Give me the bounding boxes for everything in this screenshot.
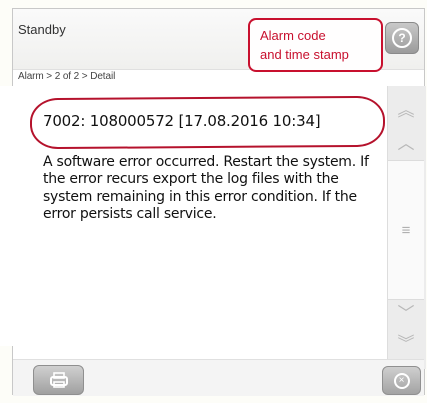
scroll-top-button[interactable]: ︽ — [388, 96, 424, 124]
chevron-down-icon: ﹀ — [397, 303, 415, 323]
alarm-description: A software error occurred. Restart the s… — [43, 154, 369, 223]
scroll-down-button[interactable]: ﹀ — [388, 299, 424, 327]
breadcrumb: Alarm > 2 of 2 > Detail — [18, 71, 116, 82]
chevron-up-icon: ︿ — [397, 133, 415, 153]
scroll-up-button[interactable]: ︿ — [388, 129, 424, 157]
alarm-detail-screen: Standby Alarm > 2 of 2 > Detail Alarm co… — [0, 0, 427, 403]
scroll-handle[interactable]: ≡ — [388, 160, 424, 300]
print-button[interactable] — [33, 365, 84, 395]
system-status: Standby — [18, 22, 66, 37]
close-button[interactable]: × — [382, 366, 421, 395]
scroll-bottom-button[interactable]: ︾ — [388, 329, 424, 357]
alarm-code-timestamp: 7002: 108000572 [17.08.2016 10:34] — [43, 112, 321, 130]
question-circle-icon: ? — [392, 28, 412, 48]
close-circle-icon: × — [393, 372, 410, 389]
grip-lines-icon: ≡ — [401, 221, 411, 239]
double-chevron-up-icon: ︽ — [397, 100, 415, 120]
help-button[interactable]: ? — [385, 22, 419, 54]
double-chevron-down-icon: ︾ — [397, 333, 415, 353]
printer-icon — [49, 372, 68, 388]
alarm-code-callout: Alarm code and time stamp — [248, 18, 383, 72]
